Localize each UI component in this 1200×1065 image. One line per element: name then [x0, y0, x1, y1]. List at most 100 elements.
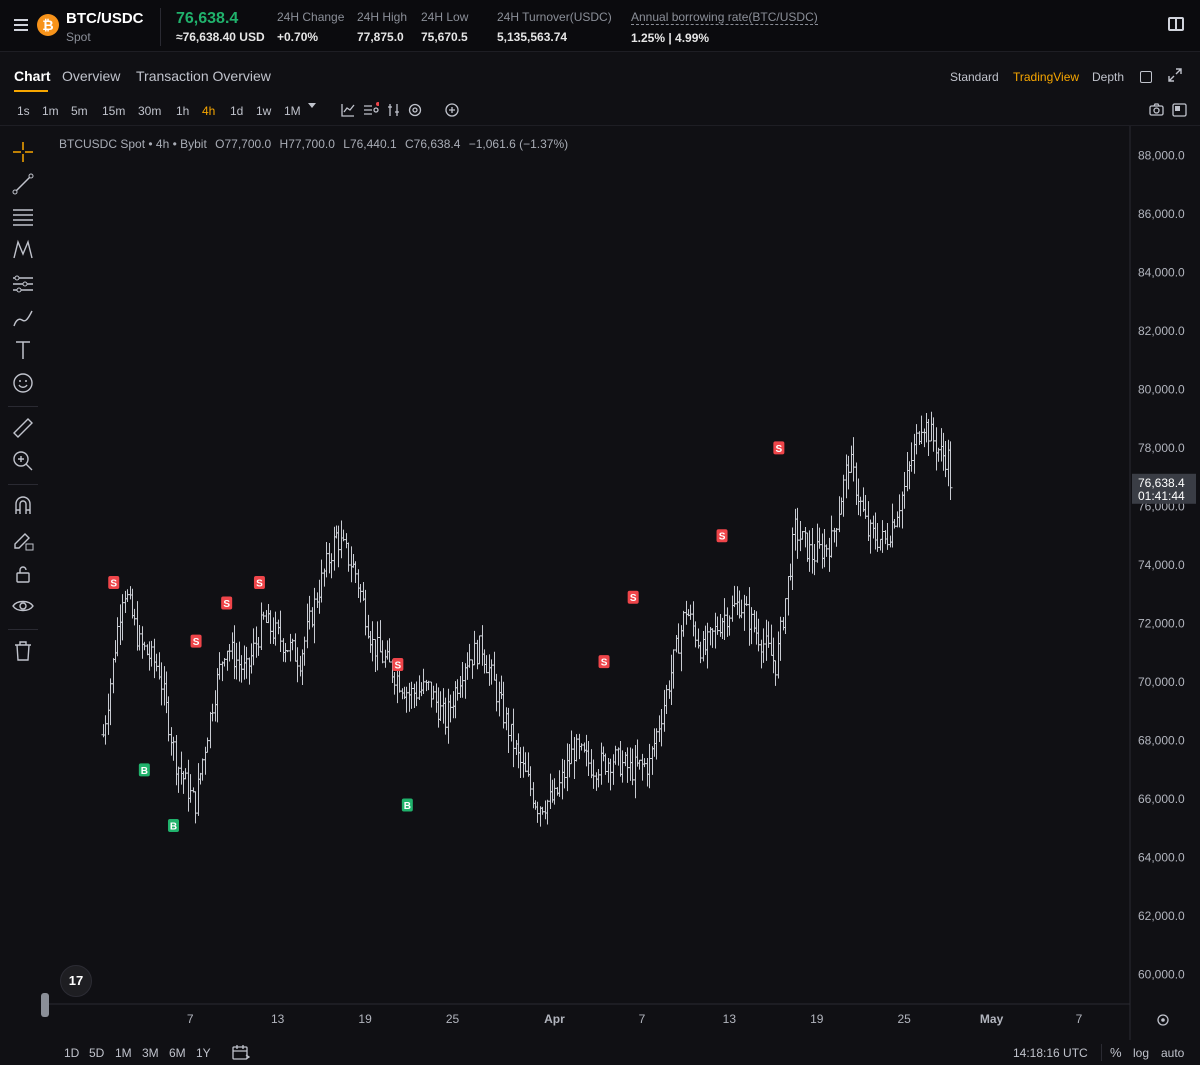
pattern-icon[interactable] — [11, 238, 35, 262]
ohlc-bar — [909, 442, 914, 472]
ohlc-bar — [545, 799, 550, 825]
range-6m[interactable]: 6M — [169, 1046, 186, 1060]
add-indicator-icon[interactable] — [444, 102, 460, 118]
text-icon[interactable] — [11, 338, 35, 362]
ohlc-bar — [137, 624, 142, 651]
tab-transaction-overview[interactable]: Transaction Overview — [136, 68, 271, 84]
date-range-icon[interactable] — [232, 1044, 251, 1060]
settings-icon[interactable] — [407, 102, 423, 118]
ohlc-bar — [227, 644, 232, 662]
chart-type-icon[interactable] — [340, 102, 356, 118]
ohlc-bar — [392, 671, 397, 695]
ohlc-bar — [552, 778, 557, 805]
ohlc-bar — [283, 642, 288, 663]
magnet-icon[interactable] — [11, 494, 35, 518]
ohlc-bar — [591, 759, 596, 789]
range-1d[interactable]: 1D — [64, 1046, 79, 1060]
camera-icon[interactable] — [1149, 103, 1164, 117]
ohlc-bar — [244, 646, 249, 679]
stat-borrowing-rate[interactable]: Annual borrowing rate(BTC/USDC) 1.25% | … — [631, 10, 818, 45]
ohlc-bar — [431, 685, 436, 700]
interval-5m[interactable]: 5m — [71, 104, 88, 118]
interval-1s[interactable]: 1s — [17, 104, 30, 118]
menu-icon[interactable] — [14, 16, 30, 34]
ohlc-bar — [929, 411, 934, 442]
ohlc-bar — [509, 723, 514, 742]
fib-retracement-icon[interactable] — [11, 205, 35, 229]
ruler-icon[interactable] — [11, 416, 35, 440]
interval-1M[interactable]: 1M — [284, 104, 301, 118]
sidebar-collapse-handle[interactable] — [41, 993, 49, 1017]
zoom-in-icon[interactable] — [11, 449, 35, 473]
interval-1w[interactable]: 1w — [256, 104, 271, 118]
range-3m[interactable]: 3M — [142, 1046, 159, 1060]
range-5d[interactable]: 5D — [89, 1046, 104, 1060]
lock-icon[interactable] — [11, 562, 35, 586]
ohlc-bar — [193, 791, 198, 824]
percent-scale-toggle[interactable]: % — [1110, 1045, 1122, 1060]
tab-chart[interactable]: Chart — [14, 68, 51, 84]
fullscreen-icon[interactable] — [1168, 68, 1182, 82]
indicators-icon[interactable] — [363, 102, 380, 118]
compare-icon[interactable] — [386, 102, 402, 118]
interval-4h[interactable]: 4h — [202, 104, 215, 118]
ohlc-bar — [589, 749, 594, 779]
interval-1h[interactable]: 1h — [176, 104, 189, 118]
view-standard[interactable]: Standard — [950, 70, 999, 84]
ohlc-bar — [725, 607, 730, 637]
auto-scale-toggle[interactable]: auto — [1161, 1046, 1184, 1060]
trend-line-icon[interactable] — [11, 172, 35, 196]
view-depth[interactable]: Depth — [1092, 70, 1124, 84]
ohlc-bar — [385, 640, 390, 660]
log-scale-toggle[interactable]: log — [1133, 1046, 1149, 1060]
ohlc-chart-svg[interactable]: 88,000.0 86,000.0 84,000.0 82,000.0 80,000.0… — [46, 126, 1200, 1040]
ohlc-bar — [594, 772, 599, 791]
interval-1d[interactable]: 1d — [230, 104, 243, 118]
lock-drawing-icon[interactable] — [11, 528, 35, 552]
stat-label[interactable]: Annual borrowing rate(BTC/USDC) — [631, 10, 818, 25]
prediction-icon[interactable] — [11, 272, 35, 296]
trash-icon[interactable] — [11, 639, 35, 663]
ohlc-bar — [647, 743, 652, 789]
ohlc-bar — [434, 683, 439, 713]
crosshair-icon[interactable] — [11, 140, 35, 164]
ohlc-bar — [625, 747, 630, 783]
price-chart[interactable]: 88,000.0 86,000.0 84,000.0 82,000.0 80,000.0… — [46, 126, 1200, 1040]
view-tradingview[interactable]: TradingView — [1013, 70, 1079, 84]
utc-clock[interactable]: 14:18:16 UTC — [1013, 1046, 1088, 1060]
book-icon[interactable] — [1168, 17, 1184, 31]
ohlc-bar — [327, 543, 332, 574]
ohlc-bar — [412, 683, 417, 709]
ohlc-bar — [533, 800, 538, 810]
interval-1m[interactable]: 1m — [42, 104, 59, 118]
brush-icon[interactable] — [11, 306, 35, 330]
interval-dropdown-icon[interactable] — [308, 103, 316, 108]
ohlc-bar — [565, 743, 570, 792]
ohlc-bar — [815, 523, 820, 563]
ohlc-bar — [820, 533, 825, 569]
ohlc-bar — [892, 519, 897, 529]
range-1y[interactable]: 1Y — [196, 1046, 211, 1060]
pair-name[interactable]: BTC/USDC — [66, 10, 144, 27]
layout-icon[interactable] — [1172, 103, 1187, 117]
range-1m[interactable]: 1M — [115, 1046, 132, 1060]
ohlc-bar — [805, 532, 810, 562]
ohlc-bar — [754, 611, 759, 645]
visibility-icon[interactable] — [11, 594, 35, 618]
ohlc-bar — [912, 433, 917, 474]
ohlc-bar — [174, 734, 179, 786]
bottom-toolbar: 1D 5D 1M 3M 6M 1Y 14:18:16 UTC % log aut… — [0, 1040, 1200, 1065]
layout-square-icon[interactable] — [1140, 71, 1152, 83]
tradingview-logo[interactable]: 17 — [60, 965, 92, 997]
ohlc-bar — [487, 654, 492, 686]
interval-15m[interactable]: 15m — [102, 104, 125, 118]
stat-label: 24H Low — [421, 10, 469, 24]
interval-30m[interactable]: 30m — [138, 104, 161, 118]
emoji-icon[interactable] — [11, 371, 35, 395]
signal-label: S — [630, 593, 637, 604]
legend-close: C76,638.4 — [405, 137, 461, 151]
y-tick-label: 86,000.0 — [1138, 207, 1185, 221]
tab-overview[interactable]: Overview — [62, 68, 120, 84]
ohlc-bar — [135, 601, 140, 651]
ohlc-bar — [531, 782, 536, 809]
